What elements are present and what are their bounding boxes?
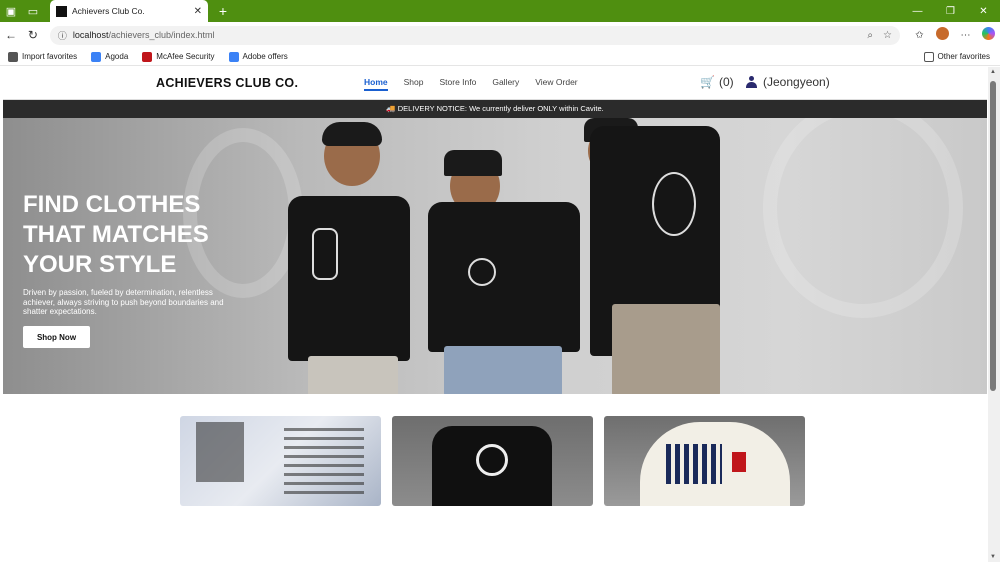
favorite-item-import[interactable]: Import favorites: [8, 51, 77, 62]
folder-icon: [8, 51, 18, 62]
favorites-bar: Import favorites Agoda McAfee Security A…: [0, 48, 1000, 66]
window-close-icon[interactable]: ✕: [967, 6, 1000, 17]
browser-tab-bar: ▣ ▭ Achievers Club Co. ✕ + — ❐ ✕: [0, 0, 1000, 22]
workspaces-icon[interactable]: ▣: [0, 0, 22, 22]
product-graphic: [666, 444, 722, 484]
address-bar: ← ↻ ⓘ localhost/achievers_club/index.htm…: [0, 22, 1000, 48]
page-scrollbar[interactable]: ▲ ▼: [988, 67, 1000, 562]
adobe-icon: [228, 51, 239, 62]
scroll-down-icon[interactable]: ▼: [990, 554, 996, 560]
hero-description: Driven by passion, fueled by determinati…: [23, 288, 224, 316]
back-icon[interactable]: ←: [0, 28, 22, 42]
favorite-item-mcafee[interactable]: McAfee Security: [142, 51, 215, 62]
background-graphic: [763, 118, 963, 318]
hero-banner: FIND CLOTHES THAT MATCHES YOUR STYLE Dri…: [3, 118, 987, 394]
mcafee-icon: [142, 51, 153, 62]
user-icon: [746, 76, 757, 88]
browser-tab[interactable]: Achievers Club Co. ✕: [50, 0, 208, 22]
tab-favicon-icon: [56, 5, 67, 17]
new-tab-icon[interactable]: +: [212, 3, 234, 19]
favorite-item-adobe[interactable]: Adobe offers: [228, 51, 288, 62]
refresh-icon[interactable]: ↻: [22, 28, 44, 42]
product-graphic: [284, 424, 364, 494]
scrollbar-thumb[interactable]: [990, 81, 996, 391]
username: (Jeongyeon): [763, 75, 830, 89]
zoom-icon[interactable]: ⌕: [867, 30, 873, 41]
copilot-icon[interactable]: [977, 27, 1000, 43]
folder-icon: [923, 51, 934, 62]
maximize-icon[interactable]: ❐: [934, 6, 967, 17]
shop-now-button[interactable]: Shop Now: [23, 326, 90, 348]
delivery-notice: 🚚 DELIVERY NOTICE: We currently deliver …: [3, 100, 987, 118]
site-navbar: ACHIEVERS CLUB CO. Home Shop Store Info …: [3, 67, 987, 100]
product-card[interactable]: [180, 416, 381, 506]
url-text: localhost/achievers_club/index.html: [72, 30, 215, 40]
product-image: [196, 422, 244, 482]
brand-logo[interactable]: ACHIEVERS CLUB CO.: [156, 76, 298, 90]
scroll-up-icon[interactable]: ▲: [990, 69, 996, 75]
main-menu: Home Shop Store Info Gallery View Order: [364, 77, 594, 91]
profile-avatar[interactable]: [931, 27, 954, 43]
product-graphic: [476, 444, 508, 476]
user-link[interactable]: (Jeongyeon): [746, 75, 830, 89]
nav-store-info[interactable]: Store Info: [439, 77, 476, 91]
nav-shop[interactable]: Shop: [404, 77, 424, 91]
favorite-item-agoda[interactable]: Agoda: [91, 51, 128, 62]
cart-icon: 🛒: [700, 75, 715, 89]
cart-link[interactable]: 🛒 (0): [700, 75, 734, 89]
product-card[interactable]: [392, 416, 593, 506]
minimize-icon[interactable]: —: [901, 6, 934, 17]
star-icon[interactable]: ☆: [883, 30, 892, 41]
url-field[interactable]: ⓘ localhost/achievers_club/index.html ⌕ …: [49, 25, 900, 45]
nav-view-order[interactable]: View Order: [535, 77, 577, 91]
tab-actions-icon[interactable]: ▭: [22, 0, 44, 22]
product-graphic: [732, 452, 746, 472]
site-info-icon[interactable]: ⓘ: [58, 29, 67, 42]
nav-gallery[interactable]: Gallery: [492, 77, 519, 91]
product-grid: [180, 416, 816, 506]
cart-count: (0): [718, 75, 734, 89]
nav-home[interactable]: Home: [364, 77, 388, 91]
other-favorites[interactable]: Other favorites: [923, 51, 990, 62]
more-icon[interactable]: ⋯: [954, 30, 977, 41]
product-card[interactable]: [604, 416, 805, 506]
favorites-icon[interactable]: ✩: [908, 30, 931, 41]
close-icon[interactable]: ✕: [194, 6, 202, 17]
agoda-icon: [91, 51, 102, 62]
tab-title: Achievers Club Co.: [72, 6, 145, 16]
hero-title: FIND CLOTHES THAT MATCHES YOUR STYLE: [23, 191, 209, 278]
